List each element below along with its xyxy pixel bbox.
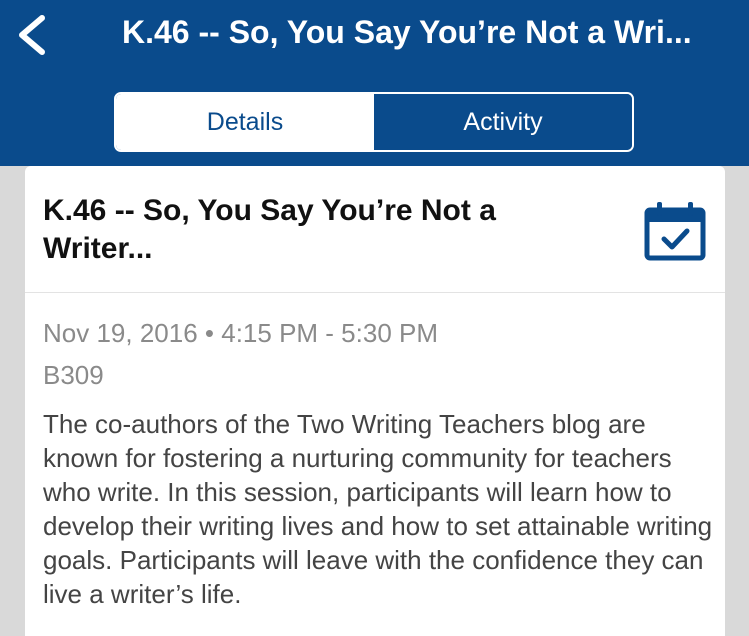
- session-title: K.46 -- So, You Say You’re Not a Writer.…: [43, 194, 496, 265]
- chevron-left-icon: [19, 15, 45, 55]
- add-to-schedule-button[interactable]: [643, 200, 707, 262]
- session-date: Nov 19, 2016: [43, 318, 198, 348]
- session-card-header: K.46 -- So, You Say You’re Not a Writer.…: [25, 166, 725, 293]
- page-title: K.46 -- So, You Say You’re Not a Wri...: [122, 14, 692, 50]
- segmented-control: Details Activity: [114, 92, 634, 152]
- datetime-separator: •: [204, 318, 215, 348]
- session-description: The co-authors of the Two Writing Teache…: [43, 409, 713, 609]
- session-card: K.46 -- So, You Say You’re Not a Writer.…: [25, 166, 725, 636]
- session-time: 4:15 PM - 5:30 PM: [221, 318, 439, 348]
- session-room: B309: [43, 360, 104, 390]
- back-button[interactable]: [10, 12, 54, 58]
- tab-activity[interactable]: Activity: [374, 94, 632, 150]
- navigation-bar: K.46 -- So, You Say You’re Not a Wri... …: [0, 0, 749, 166]
- tab-details[interactable]: Details: [116, 94, 374, 150]
- calendar-check-icon: [644, 202, 706, 261]
- session-datetime: Nov 19, 2016 • 4:15 PM - 5:30 PM: [43, 318, 438, 349]
